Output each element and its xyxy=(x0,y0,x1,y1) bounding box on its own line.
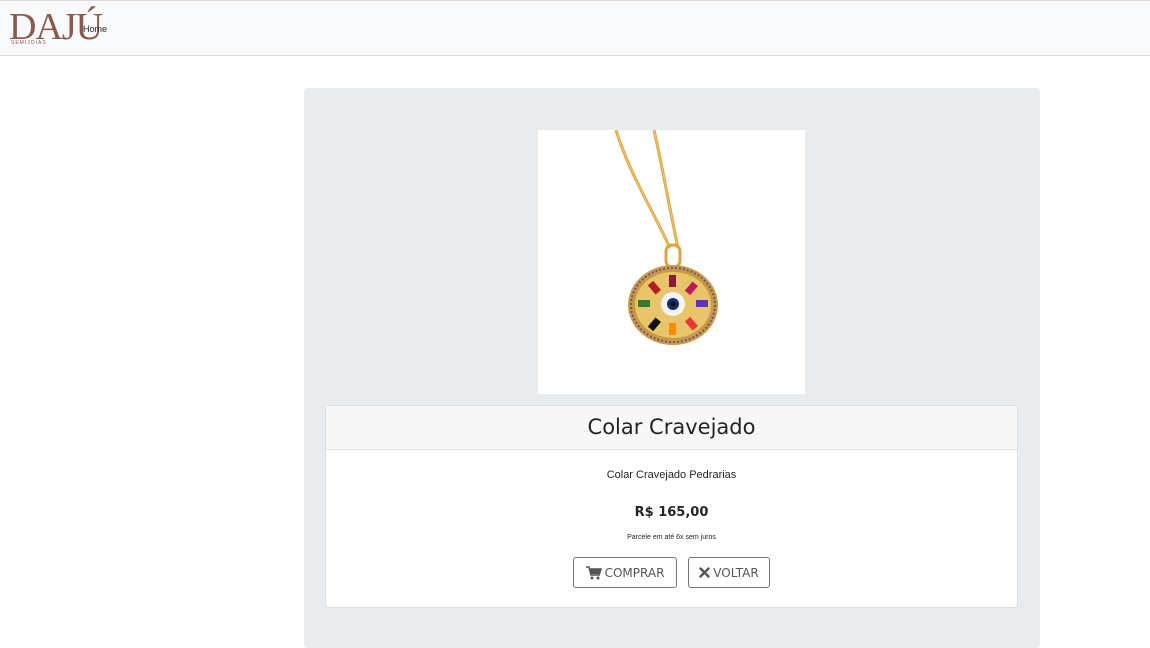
product-image xyxy=(538,129,805,394)
product-description: Colar Cravejado Pedrarias xyxy=(606,469,737,481)
logo[interactable]: DAJÚ SEMIJOIAS xyxy=(9,7,103,53)
product-price: R$ 165,00 xyxy=(634,505,709,520)
nav-home-link[interactable]: Home xyxy=(83,24,107,34)
buy-button-label: COMPRAR xyxy=(604,565,665,580)
buy-button[interactable]: COMPRAR xyxy=(573,557,677,588)
back-button[interactable]: VOLTAR xyxy=(688,557,770,588)
close-icon xyxy=(699,567,710,578)
installments-info: Parcele em até 6x sem juros xyxy=(627,534,716,541)
navbar: DAJÚ SEMIJOIAS Home xyxy=(0,0,1150,56)
product-panel: Colar Cravejado Colar Cravejado Pedraria… xyxy=(304,88,1040,648)
logo-subtext: SEMIJOIAS xyxy=(11,40,47,46)
back-button-label: VOLTAR xyxy=(713,565,759,580)
product-card: Colar Cravejado Colar Cravejado Pedraria… xyxy=(325,405,1018,608)
product-title: Colar Cravejado xyxy=(326,406,1017,450)
cart-icon xyxy=(585,565,602,580)
